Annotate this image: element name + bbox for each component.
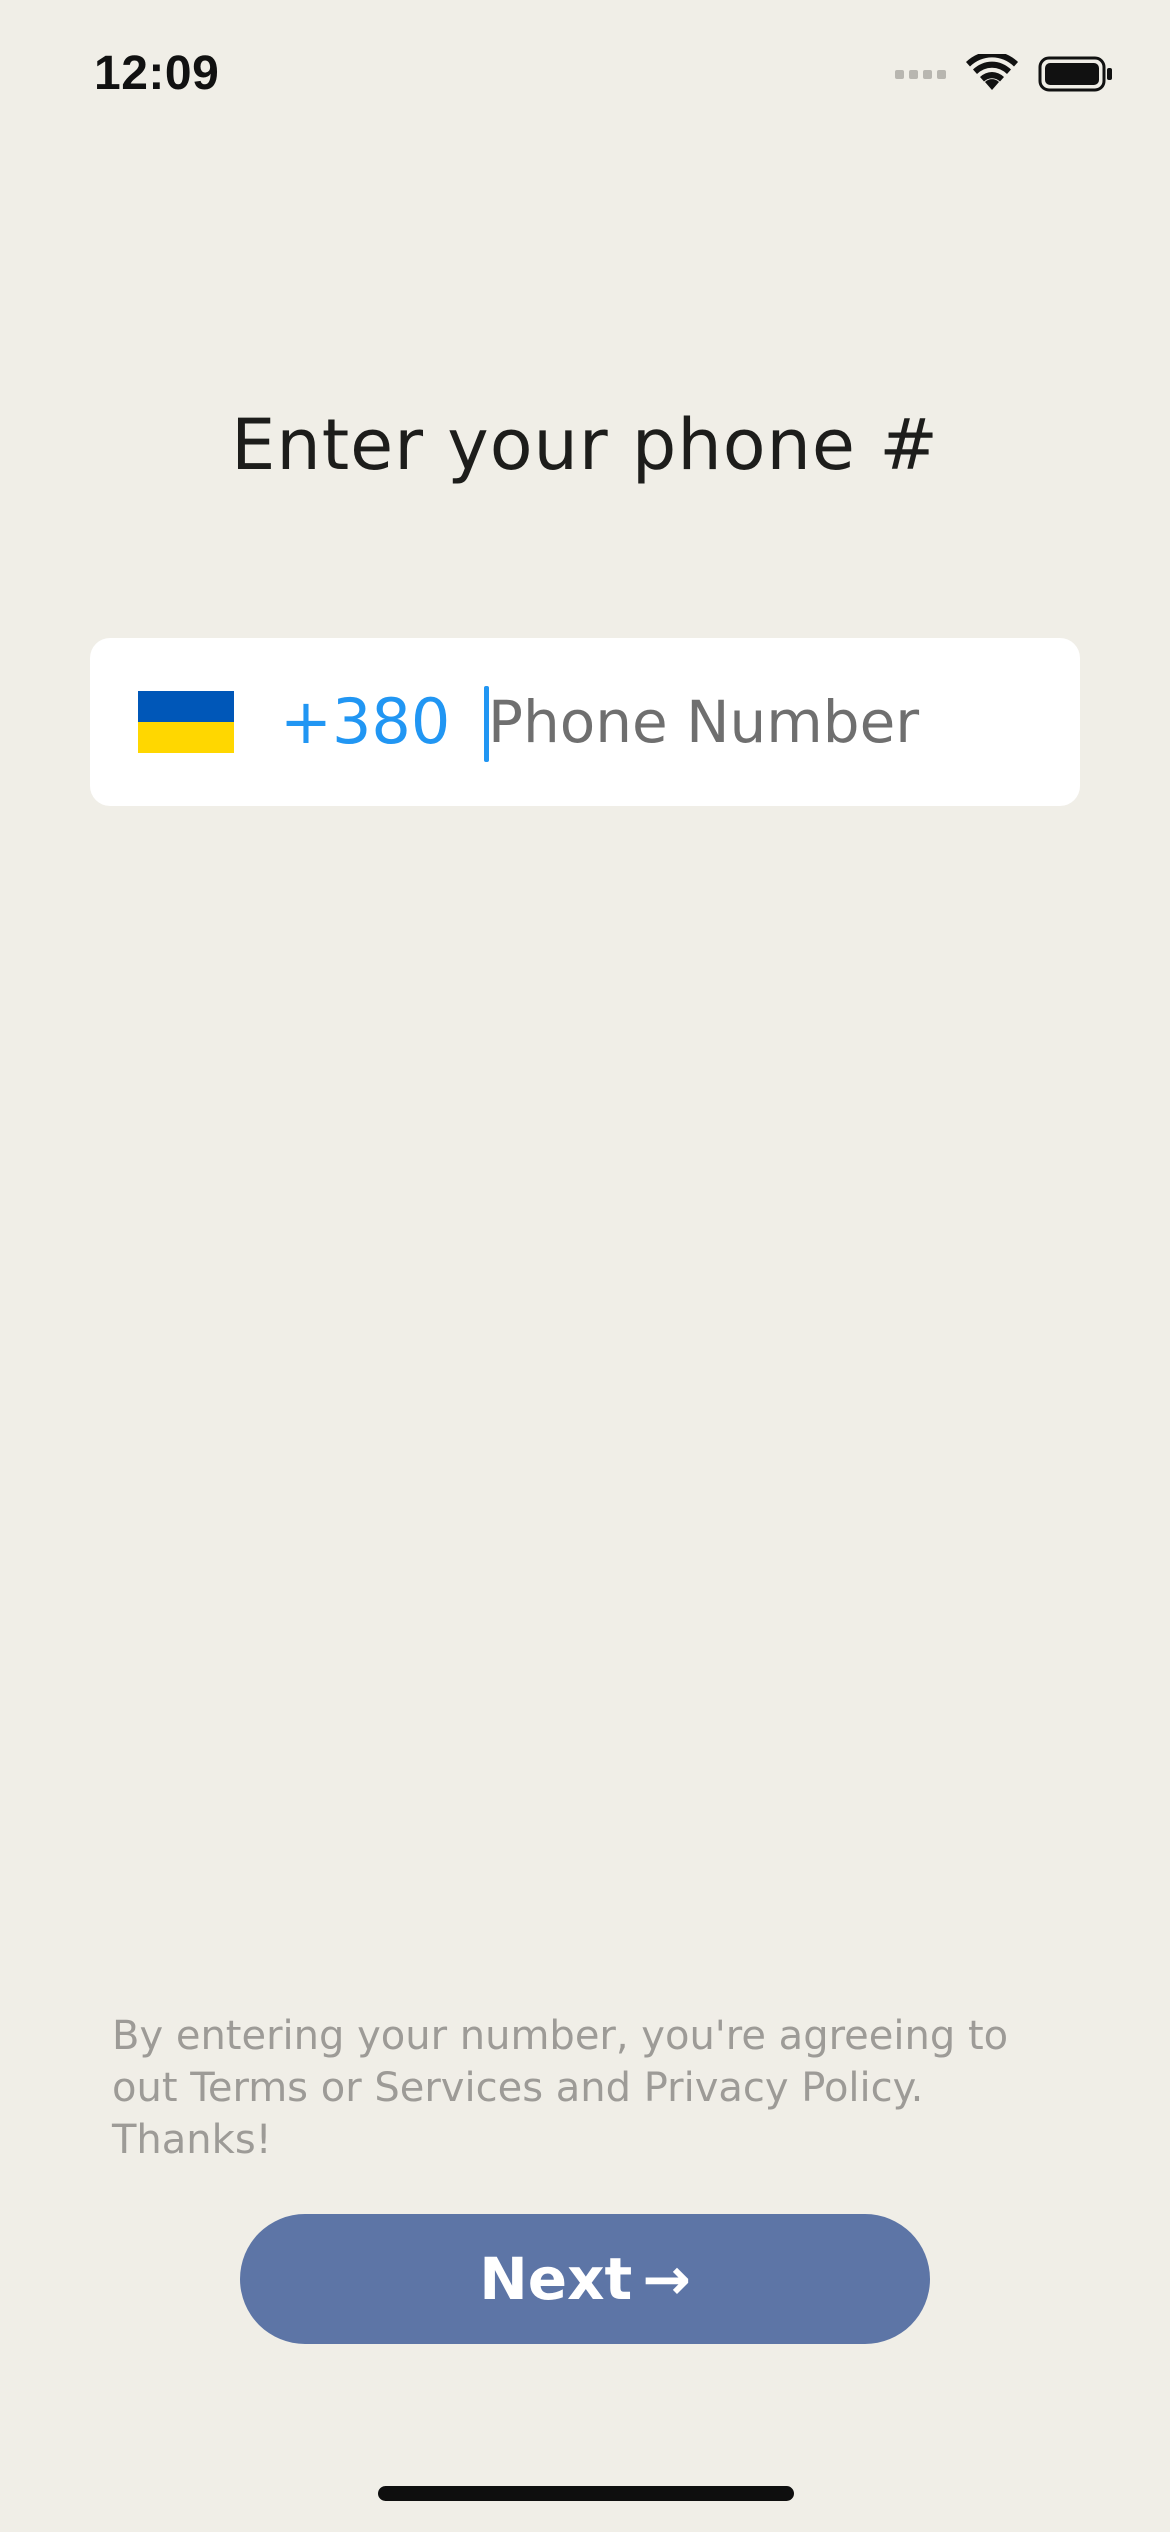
country-dial-code[interactable]: +380 [280, 684, 450, 760]
flag-blue-stripe [138, 691, 234, 722]
status-bar-icons [895, 52, 1114, 96]
flag-yellow-stripe [138, 722, 234, 753]
flag-ukraine-icon[interactable] [138, 691, 234, 753]
terms-notice: By entering your number, you're agreeing… [112, 2013, 1009, 2163]
status-bar-time: 12:09 [94, 47, 220, 100]
arrow-right-icon: → [642, 2245, 691, 2313]
page-title: Enter your phone # [231, 404, 939, 486]
next-button[interactable]: Next → [240, 2214, 930, 2344]
cellular-signal-icon [895, 69, 946, 79]
battery-icon [1038, 54, 1114, 94]
home-indicator[interactable] [378, 2486, 794, 2501]
wifi-icon [966, 54, 1018, 94]
next-button-label: Next [479, 2245, 633, 2313]
phone-input-card: +380 [90, 638, 1080, 806]
phone-number-input[interactable] [488, 674, 1048, 770]
